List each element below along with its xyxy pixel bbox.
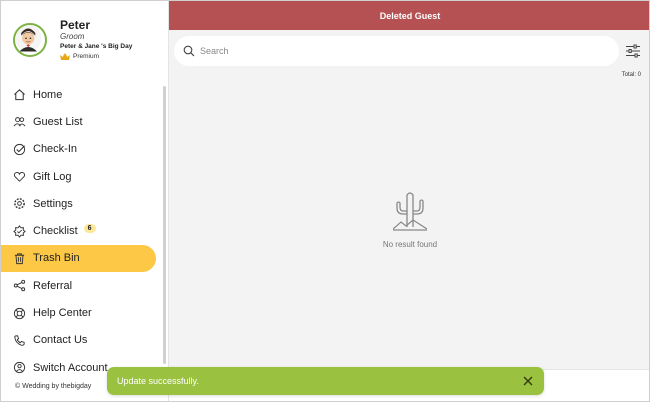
filter-icon[interactable] [625,43,641,59]
sidebar-item-referral[interactable]: Referral [1,272,161,299]
search-bar[interactable] [174,36,619,66]
page-title: Deleted Guest [169,1,649,30]
total-count: Total: 0 [621,72,641,78]
sidebar-item-label: Settings [33,197,73,210]
guests-icon [13,117,26,127]
close-icon[interactable] [522,375,534,387]
gear-icon [14,198,25,210]
sidebar-menu: Home Guest List Check-In Gift Log Settin… [1,81,161,381]
search-input[interactable] [200,46,580,56]
trash-icon [14,253,25,264]
profile-role: Groom [60,32,85,41]
empty-state-text: No result found [382,240,438,249]
cactus-icon [393,192,427,231]
success-toast: Update successfully. [107,367,544,395]
home-icon [14,89,25,101]
heart-icon [13,171,26,182]
groom-avatar-icon [15,25,42,52]
main-content: Deleted Guest Total: 0 No result found [169,1,649,401]
profile-name: Peter [60,18,91,32]
search-icon [183,45,195,57]
sidebar-item-label: Trash Bin [33,252,80,265]
sidebar-item-label: Help Center [33,307,92,320]
crown-icon [60,53,70,60]
sidebar-item-settings[interactable]: Settings [1,190,161,217]
sidebar-item-label: Check-In [33,143,78,156]
profile-event: Peter & Jane 's Big Day [60,43,133,50]
sidebar-item-label: Guest List [33,115,83,128]
share-icon [13,280,26,292]
sidebar-item-help-center[interactable]: Help Center [1,299,161,326]
app-frame: Peter Groom Peter & Jane 's Big Day Prem… [0,0,650,402]
badge-icon [13,224,26,238]
check-in-icon [13,143,26,155]
sidebar-scrollbar[interactable] [163,86,166,364]
sidebar-item-label: Switch Account [33,361,108,374]
sidebar-item-trash-bin[interactable]: Trash Bin [1,244,156,273]
sidebar-item-home[interactable]: Home [1,81,161,108]
sidebar-item-label: Home [33,88,63,101]
switch-icon [13,362,26,374]
contact-icon [14,335,25,346]
toast-message: Update successfully. [117,376,199,386]
footer-copyright: © Wedding by thebigday [15,383,92,390]
checklist-count-badge: 6 [83,223,96,233]
sidebar-item-guest-list[interactable]: Guest List [1,108,161,135]
sidebar-item-check-in[interactable]: Check-In [1,136,161,163]
sidebar-item-checklist[interactable]: Checklist 6 [1,217,161,244]
plan-label: Premium [73,53,100,60]
lifebuoy-icon [13,307,26,319]
sidebar-item-gift-log[interactable]: Gift Log [1,163,161,190]
sidebar-item-label: Gift Log [33,170,72,183]
profile-card: Peter Groom Peter & Jane 's Big Day Prem… [1,1,169,79]
sidebar-item-label: Referral [33,279,73,292]
avatar[interactable] [13,23,47,57]
sidebar-item-label: Contact Us [33,334,88,347]
profile-plan: Premium [60,53,99,60]
sidebar-item-label: Checklist [33,225,78,238]
sidebar-item-contact-us[interactable]: Contact Us [1,327,161,354]
sidebar: Peter Groom Peter & Jane 's Big Day Prem… [1,1,169,401]
